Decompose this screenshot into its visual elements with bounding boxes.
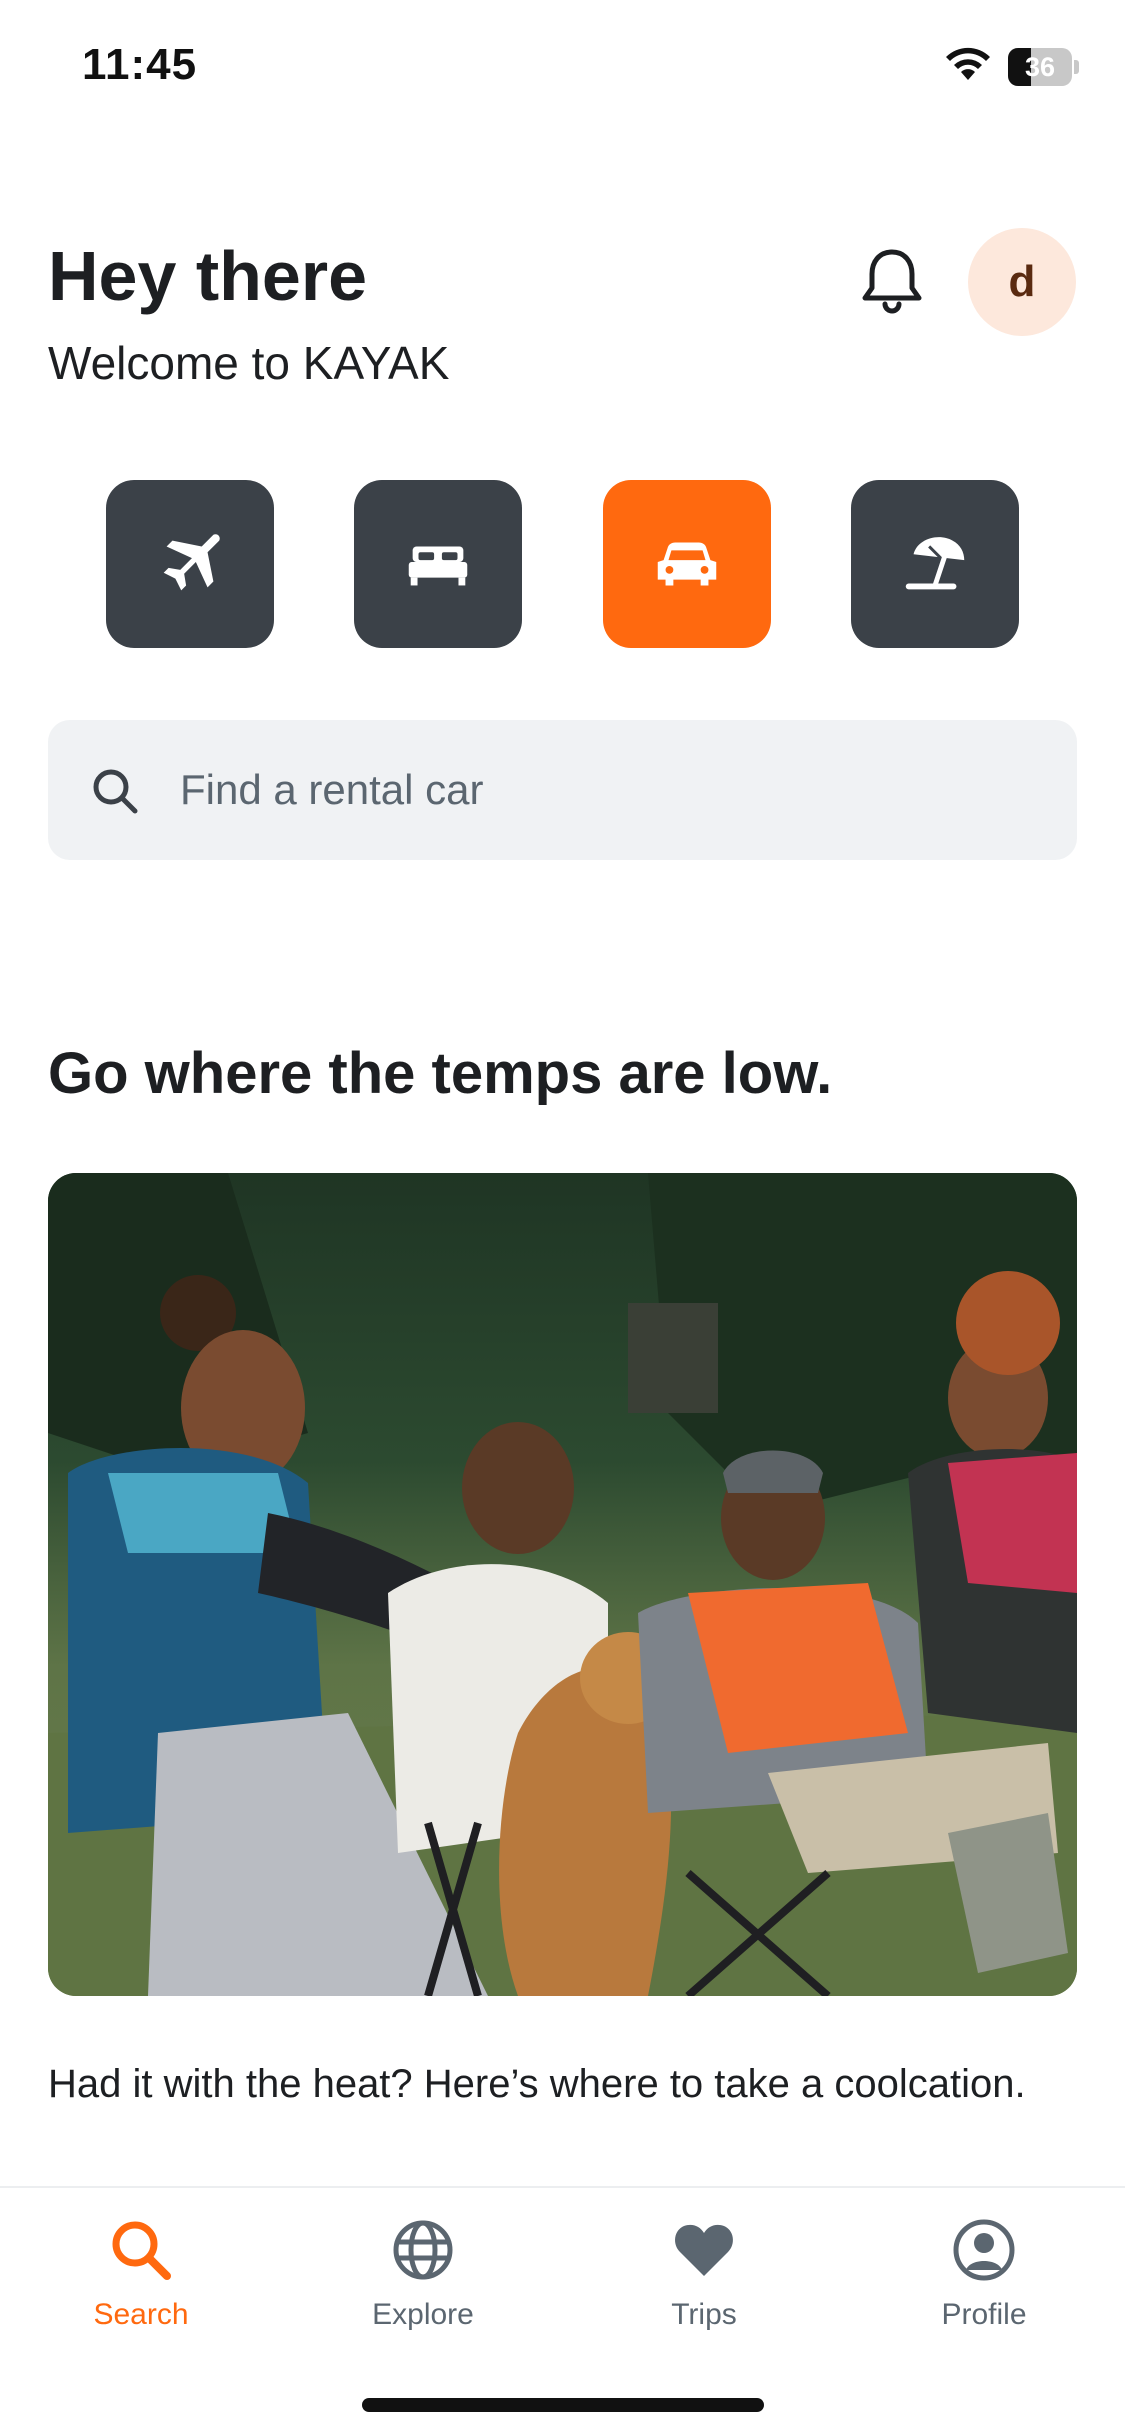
- search-input[interactable]: Find a rental car: [48, 720, 1077, 860]
- user-circle-icon: [953, 2219, 1015, 2281]
- flights-tile[interactable]: [106, 480, 274, 648]
- beach-umbrella-icon: [905, 537, 965, 590]
- greeting-title: Hey there: [48, 237, 368, 315]
- avatar-letter: d: [1008, 257, 1036, 306]
- search-icon: [93, 769, 138, 814]
- tab-profile[interactable]: Profile: [843, 2188, 1125, 2368]
- notifications-button[interactable]: [852, 240, 932, 320]
- search-icon: [112, 2221, 171, 2280]
- wifi-icon: [946, 47, 990, 80]
- tab-label: Profile: [941, 2298, 1027, 2331]
- airplane-icon: [163, 534, 220, 591]
- battery-icon: 36: [1008, 48, 1079, 86]
- packages-tile[interactable]: [851, 480, 1019, 648]
- tab-label: Search: [93, 2298, 189, 2331]
- car-icon: [657, 542, 717, 586]
- promo-image[interactable]: [48, 1173, 1077, 1996]
- promo-title: Go where the temps are low.: [48, 1041, 833, 1106]
- bell-icon: [862, 249, 922, 314]
- tab-trips[interactable]: Trips: [563, 2188, 845, 2368]
- search-placeholder: Find a rental car: [180, 766, 484, 813]
- home-indicator: [362, 2398, 764, 2412]
- cars-tile[interactable]: [603, 480, 771, 648]
- status-time: 11:45: [82, 40, 198, 89]
- tab-label: Trips: [671, 2298, 737, 2331]
- greeting-subtitle: Welcome to KAYAK: [48, 337, 450, 389]
- tab-explore[interactable]: Explore: [282, 2188, 564, 2368]
- promo-caption: Had it with the heat? Here’s where to ta…: [48, 2062, 1026, 2106]
- heart-icon: [675, 2224, 733, 2276]
- tab-label: Explore: [372, 2298, 474, 2331]
- tab-search[interactable]: Search: [0, 2188, 282, 2368]
- avatar[interactable]: d: [968, 228, 1076, 336]
- campers-photo: [48, 1173, 1077, 1996]
- bed-icon: [408, 546, 468, 586]
- status-bar: 11:45 36: [0, 0, 1125, 140]
- globe-icon: [393, 2220, 453, 2280]
- stays-tile[interactable]: [354, 480, 522, 648]
- battery-level: 36: [1024, 52, 1056, 82]
